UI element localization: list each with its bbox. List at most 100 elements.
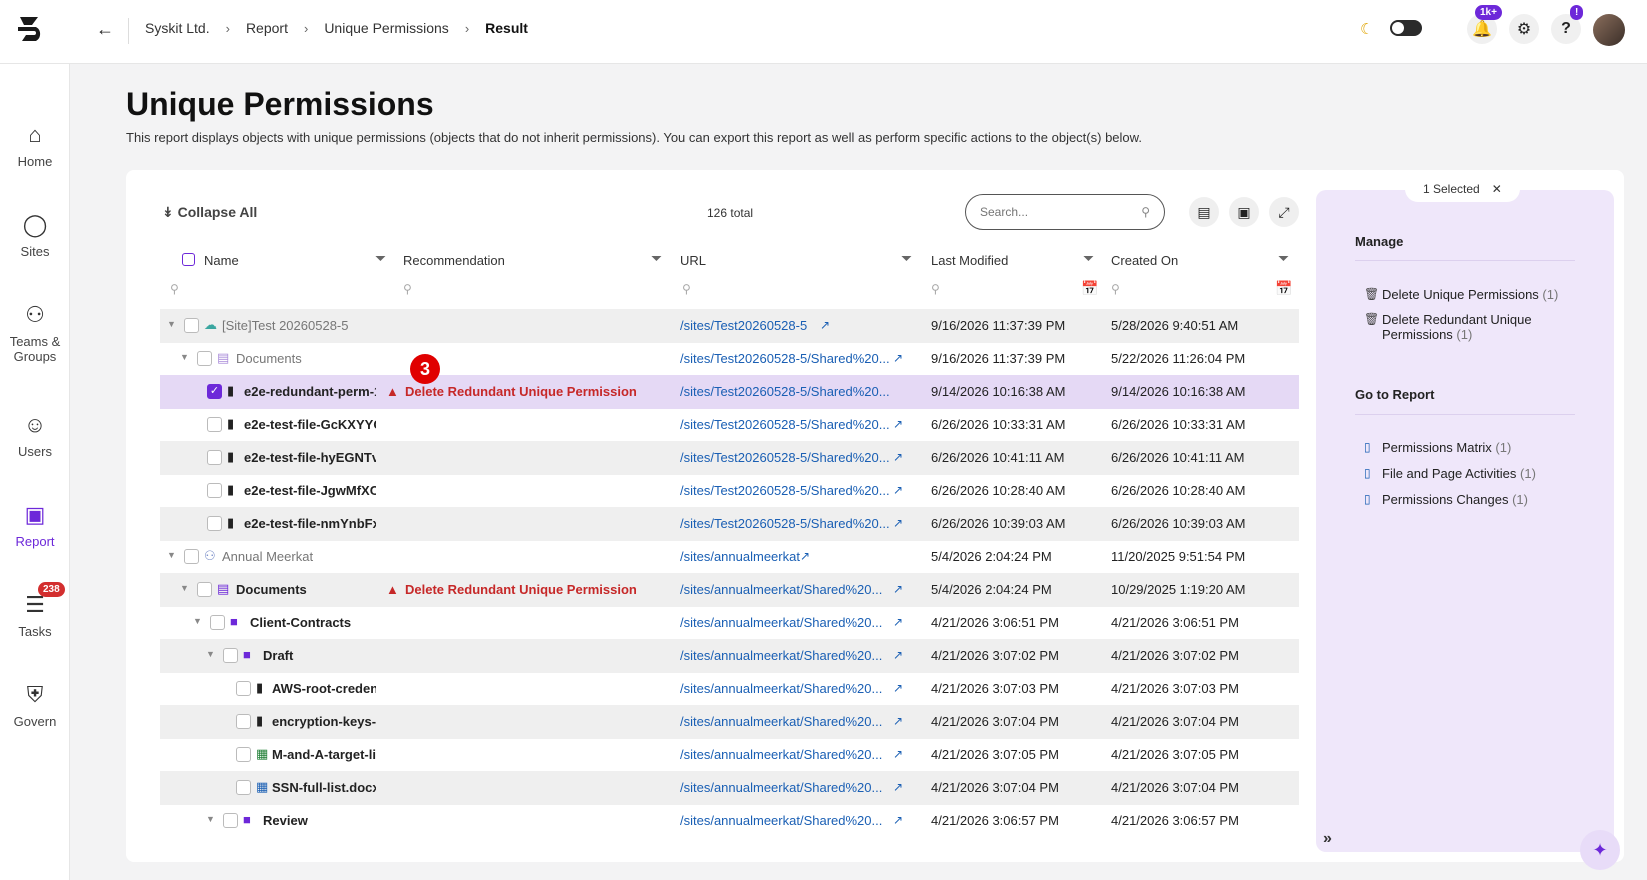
- table-row[interactable]: ▼ ■ Client-Contracts /sites/annualmeerka…: [160, 606, 1299, 640]
- sidebar-item-users[interactable]: ☺ Users: [0, 412, 70, 459]
- dark-mode-toggle[interactable]: [1390, 20, 1422, 36]
- external-link-icon[interactable]: ↗: [893, 615, 903, 629]
- row-checkbox-checked[interactable]: ✓: [207, 384, 222, 399]
- row-checkbox[interactable]: [236, 714, 251, 729]
- row-recommendation[interactable]: Delete Redundant Unique Permission: [405, 384, 637, 399]
- row-checkbox[interactable]: [197, 582, 212, 597]
- column-header-recommendation[interactable]: Recommendation: [403, 253, 505, 268]
- search-icon[interactable]: ⚲: [931, 282, 940, 296]
- row-checkbox[interactable]: [207, 417, 222, 432]
- chevrons-right-icon[interactable]: »: [1323, 830, 1332, 848]
- table-row[interactable]: ▼ ⚇ Annual Meerkat /sites/annualmeerkat …: [160, 540, 1299, 574]
- caret-down-icon[interactable]: ▼: [180, 583, 189, 593]
- search-input[interactable]: [980, 205, 1120, 219]
- export-button[interactable]: ▤: [1189, 197, 1219, 227]
- row-url[interactable]: /sites/annualmeerkat: [680, 549, 800, 564]
- close-icon[interactable]: ✕: [1492, 182, 1502, 196]
- table-row[interactable]: ▼ ▤ Documents /sites/Test20260528-5/Shar…: [160, 342, 1299, 376]
- row-url[interactable]: /sites/Test20260528-5: [680, 318, 807, 333]
- row-url[interactable]: /sites/Test20260528-5/Shared%20...: [680, 384, 890, 399]
- sidebar-item-report[interactable]: ▣ Report: [0, 502, 70, 549]
- external-link-icon[interactable]: ↗: [893, 714, 903, 728]
- row-recommendation[interactable]: Delete Redundant Unique Permission: [405, 582, 637, 597]
- select-all-checkbox[interactable]: [182, 253, 195, 266]
- row-url[interactable]: /sites/Test20260528-5/Shared%20...: [680, 351, 890, 366]
- external-link-icon[interactable]: ↗: [893, 681, 903, 695]
- table-row[interactable]: ▦ SSN-full-list.docx /sites/annualmeerka…: [160, 771, 1299, 805]
- save-button[interactable]: ▣: [1229, 197, 1259, 227]
- row-url[interactable]: /sites/annualmeerkat/Shared%20...: [680, 714, 882, 729]
- filter-icon[interactable]: ⏷: [1278, 250, 1289, 267]
- table-row[interactable]: ▼ ☁ [Site]Test 20260528-5 /sites/Test202…: [160, 309, 1299, 343]
- external-link-icon[interactable]: ↗: [893, 516, 903, 530]
- row-url[interactable]: /sites/annualmeerkat/Shared%20...: [680, 780, 882, 795]
- delete-unique-permissions-action[interactable]: 🗑 Delete Unique Permissions (1): [1364, 287, 1558, 302]
- table-row[interactable]: ▦ M-and-A-target-lis /sites/annualmeerka…: [160, 738, 1299, 772]
- caret-down-icon[interactable]: ▼: [180, 352, 189, 362]
- sidebar-item-teams-groups[interactable]: ⚇ Teams & Groups: [0, 302, 70, 364]
- column-header-name[interactable]: Name: [204, 253, 239, 268]
- table-row-selected[interactable]: ✓ ▮ e2e-redundant-perm-1 ▲ Delete Redund…: [160, 375, 1299, 409]
- row-url[interactable]: /sites/annualmeerkat/Shared%20...: [680, 582, 882, 597]
- search-icon[interactable]: ⚲: [170, 282, 179, 296]
- breadcrumb-item[interactable]: Unique Permissions: [324, 20, 449, 36]
- external-link-icon[interactable]: ↗: [893, 813, 903, 827]
- search-icon[interactable]: ⚲: [682, 282, 691, 296]
- row-checkbox[interactable]: [236, 681, 251, 696]
- row-checkbox[interactable]: [223, 648, 238, 663]
- row-url[interactable]: /sites/Test20260528-5/Shared%20...: [680, 417, 890, 432]
- search-icon[interactable]: ⚲: [1141, 205, 1150, 219]
- caret-down-icon[interactable]: ▼: [206, 649, 215, 659]
- external-link-icon[interactable]: ↗: [893, 582, 903, 596]
- syskit-logo[interactable]: [12, 11, 48, 47]
- row-checkbox[interactable]: [184, 318, 199, 333]
- report-link-permissions-matrix[interactable]: ▯ Permissions Matrix (1): [1364, 440, 1511, 455]
- back-arrow-icon[interactable]: ←: [96, 19, 114, 40]
- external-link-icon[interactable]: ↗: [893, 351, 903, 365]
- external-link-icon[interactable]: ↗: [893, 648, 903, 662]
- row-checkbox[interactable]: [223, 813, 238, 828]
- row-url[interactable]: /sites/annualmeerkat/Shared%20...: [680, 681, 882, 696]
- report-link-permissions-changes[interactable]: ▯ Permissions Changes (1): [1364, 492, 1528, 507]
- external-link-icon[interactable]: ↗: [893, 747, 903, 761]
- row-url[interactable]: /sites/Test20260528-5/Shared%20...: [680, 516, 890, 531]
- sidebar-item-govern[interactable]: ⛨ Govern: [0, 682, 70, 729]
- row-checkbox[interactable]: [210, 615, 225, 630]
- column-header-last-modified[interactable]: Last Modified: [931, 253, 1008, 268]
- breadcrumb-item[interactable]: Syskit Ltd.: [145, 20, 210, 36]
- table-row[interactable]: ▼ ▤ Documents ▲ Delete Redundant Unique …: [160, 573, 1299, 607]
- search-box[interactable]: ⚲: [965, 194, 1165, 230]
- external-link-icon[interactable]: ↗: [820, 318, 830, 332]
- external-link-icon[interactable]: ↗: [893, 417, 903, 431]
- table-row[interactable]: ▼ ■ Draft /sites/annualmeerkat/Shared%20…: [160, 639, 1299, 673]
- expand-button[interactable]: ⤢: [1269, 197, 1299, 227]
- sidebar-item-home[interactable]: ⌂ Home: [0, 122, 70, 169]
- gear-icon[interactable]: ⚙: [1509, 14, 1539, 44]
- external-link-icon[interactable]: ↗: [893, 450, 903, 464]
- caret-down-icon[interactable]: ▼: [193, 616, 202, 626]
- row-checkbox[interactable]: [207, 483, 222, 498]
- row-checkbox[interactable]: [236, 747, 251, 762]
- caret-down-icon[interactable]: ▼: [206, 814, 215, 824]
- row-url[interactable]: /sites/annualmeerkat/Shared%20...: [680, 813, 882, 828]
- calendar-icon[interactable]: 📅: [1081, 280, 1098, 297]
- table-row[interactable]: ▼ ■ Review /sites/annualmeerkat/Shared%2…: [160, 804, 1299, 838]
- sidebar-item-sites[interactable]: ◯ Sites: [0, 212, 70, 259]
- row-url[interactable]: /sites/annualmeerkat/Shared%20...: [680, 615, 882, 630]
- caret-down-icon[interactable]: ▼: [167, 550, 176, 560]
- row-checkbox[interactable]: [184, 549, 199, 564]
- row-url[interactable]: /sites/Test20260528-5/Shared%20...: [680, 483, 890, 498]
- filter-icon[interactable]: ⏷: [1083, 250, 1094, 267]
- collapse-all-button[interactable]: ↡ Collapse All: [162, 204, 257, 221]
- column-header-url[interactable]: URL: [680, 253, 706, 268]
- row-checkbox[interactable]: [236, 780, 251, 795]
- ai-sparkle-button[interactable]: ✦: [1580, 830, 1620, 870]
- external-link-icon[interactable]: ↗: [893, 780, 903, 794]
- search-icon[interactable]: ⚲: [1111, 282, 1120, 296]
- table-row[interactable]: ▮ e2e-test-file-nmYnbFxG /sites/Test2026…: [160, 507, 1299, 541]
- column-header-created-on[interactable]: Created On: [1111, 253, 1178, 268]
- row-checkbox[interactable]: [197, 351, 212, 366]
- table-row[interactable]: ▮ e2e-test-file-GcKXYYGA /sites/Test2026…: [160, 408, 1299, 442]
- external-link-icon[interactable]: ↗: [893, 483, 903, 497]
- table-row[interactable]: ▮ e2e-test-file-JgwMfXOI /sites/Test2026…: [160, 474, 1299, 508]
